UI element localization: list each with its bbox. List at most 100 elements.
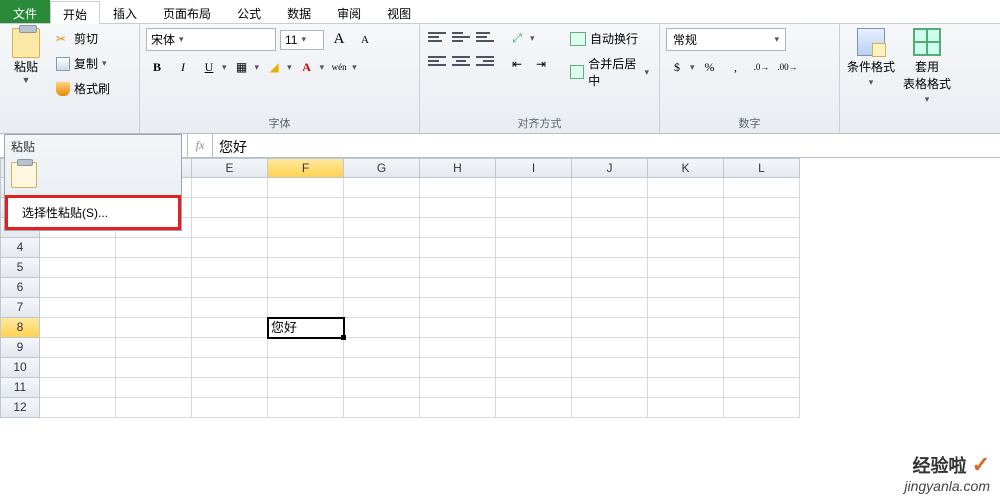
- tab-home[interactable]: 开始: [50, 1, 100, 24]
- cell[interactable]: [648, 398, 724, 418]
- cell[interactable]: [116, 398, 192, 418]
- paste-button[interactable]: 粘贴 ▼: [6, 28, 46, 85]
- increase-indent-button[interactable]: ⇥: [530, 54, 552, 74]
- column-header[interactable]: I: [496, 158, 572, 178]
- cell[interactable]: [572, 298, 648, 318]
- copy-button[interactable]: 复制 ▾: [52, 53, 114, 74]
- cell[interactable]: [648, 218, 724, 238]
- cell[interactable]: [192, 198, 268, 218]
- table-format-button[interactable]: 套用 表格格式 ▾: [902, 28, 952, 105]
- cell[interactable]: [648, 358, 724, 378]
- tab-layout[interactable]: 页面布局: [150, 0, 224, 23]
- align-right-button[interactable]: [474, 52, 496, 70]
- align-bottom-button[interactable]: [474, 28, 496, 46]
- cell[interactable]: [572, 178, 648, 198]
- cell[interactable]: [572, 358, 648, 378]
- cell[interactable]: [344, 178, 420, 198]
- increase-decimal-button[interactable]: .0→: [751, 57, 773, 77]
- cell[interactable]: [496, 318, 572, 338]
- row-header[interactable]: 10: [0, 358, 40, 378]
- cell[interactable]: [496, 358, 572, 378]
- cell[interactable]: [40, 238, 116, 258]
- chevron-down-icon[interactable]: ▾: [255, 62, 260, 73]
- column-header[interactable]: K: [648, 158, 724, 178]
- cell[interactable]: [192, 278, 268, 298]
- orientation-button[interactable]: ⤢: [506, 28, 528, 48]
- cell[interactable]: [40, 298, 116, 318]
- cell[interactable]: [724, 278, 800, 298]
- cell[interactable]: [420, 278, 496, 298]
- cell[interactable]: [116, 358, 192, 378]
- cell[interactable]: [420, 258, 496, 278]
- tab-insert[interactable]: 插入: [100, 0, 150, 23]
- cell[interactable]: [420, 238, 496, 258]
- cell[interactable]: [496, 278, 572, 298]
- chevron-down-icon[interactable]: ▾: [222, 62, 227, 73]
- cell[interactable]: [648, 238, 724, 258]
- cell[interactable]: [40, 378, 116, 398]
- tab-file[interactable]: 文件: [0, 0, 50, 23]
- row-header[interactable]: 12: [0, 398, 40, 418]
- paste-special-menuitem[interactable]: 选择性粘贴(S)...: [5, 195, 181, 230]
- fill-color-button[interactable]: ◢: [263, 57, 285, 77]
- align-center-button[interactable]: [450, 52, 472, 70]
- align-top-button[interactable]: [426, 28, 448, 46]
- cell[interactable]: [268, 198, 344, 218]
- font-name-select[interactable]: 宋体 ▾: [146, 28, 276, 51]
- cell[interactable]: [192, 378, 268, 398]
- cell[interactable]: [268, 298, 344, 318]
- comma-button[interactable]: ,: [725, 57, 747, 77]
- cell[interactable]: [116, 338, 192, 358]
- cell[interactable]: [344, 398, 420, 418]
- cell[interactable]: [420, 378, 496, 398]
- cell[interactable]: [268, 358, 344, 378]
- cell[interactable]: [344, 278, 420, 298]
- cell[interactable]: [496, 178, 572, 198]
- cell[interactable]: [648, 178, 724, 198]
- cell[interactable]: [572, 238, 648, 258]
- cell[interactable]: [496, 298, 572, 318]
- cell[interactable]: [344, 298, 420, 318]
- cell[interactable]: [344, 218, 420, 238]
- cell[interactable]: [420, 338, 496, 358]
- column-header[interactable]: J: [572, 158, 648, 178]
- cell[interactable]: [116, 258, 192, 278]
- cell[interactable]: [496, 238, 572, 258]
- row-header[interactable]: 5: [0, 258, 40, 278]
- cell[interactable]: [116, 238, 192, 258]
- cell[interactable]: [116, 278, 192, 298]
- cell[interactable]: [724, 258, 800, 278]
- cell[interactable]: [268, 238, 344, 258]
- cell[interactable]: [724, 238, 800, 258]
- cell[interactable]: [192, 398, 268, 418]
- cell[interactable]: [344, 198, 420, 218]
- cell[interactable]: 您好: [268, 318, 344, 338]
- decrease-font-button[interactable]: A: [354, 30, 376, 50]
- column-header[interactable]: E: [192, 158, 268, 178]
- font-size-select[interactable]: 11 ▾: [280, 30, 324, 50]
- border-button[interactable]: ▦: [231, 57, 253, 77]
- number-format-select[interactable]: 常规 ▾: [666, 28, 786, 51]
- column-header[interactable]: L: [724, 158, 800, 178]
- cell[interactable]: [40, 338, 116, 358]
- row-header[interactable]: 7: [0, 298, 40, 318]
- cell[interactable]: [420, 318, 496, 338]
- currency-button[interactable]: $: [666, 57, 688, 77]
- decrease-decimal-button[interactable]: .00→: [777, 57, 799, 77]
- cell[interactable]: [192, 178, 268, 198]
- chevron-down-icon[interactable]: ▾: [352, 62, 357, 73]
- cell[interactable]: [724, 398, 800, 418]
- cell[interactable]: [420, 198, 496, 218]
- cell[interactable]: [40, 258, 116, 278]
- bold-button[interactable]: B: [146, 57, 168, 77]
- tab-data[interactable]: 数据: [274, 0, 324, 23]
- row-header[interactable]: 11: [0, 378, 40, 398]
- cell[interactable]: [420, 218, 496, 238]
- cell[interactable]: [724, 178, 800, 198]
- cell[interactable]: [648, 198, 724, 218]
- cell[interactable]: [572, 218, 648, 238]
- align-middle-button[interactable]: [450, 28, 472, 46]
- cell[interactable]: [344, 378, 420, 398]
- cell[interactable]: [420, 358, 496, 378]
- cell[interactable]: [724, 218, 800, 238]
